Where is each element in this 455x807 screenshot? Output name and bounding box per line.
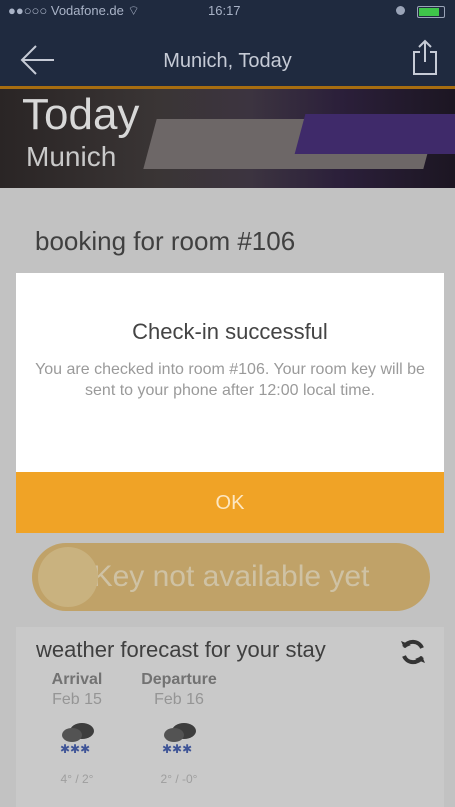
- screen: ●●○○○ Vodafone.de ⌔ 16:17 Munich, Today …: [0, 0, 455, 807]
- nav-title: Munich, Today: [163, 50, 292, 72]
- checkin-dialog: Check-in successful You are checked into…: [16, 273, 444, 533]
- hero-throw-shape: [294, 114, 455, 154]
- carrier-text: ●●○○○ Vodafone.de ⌔: [8, 3, 140, 18]
- top-bar: ●●○○○ Vodafone.de ⌔ 16:17 Munich, Today: [0, 0, 455, 89]
- hero-city: Munich: [26, 141, 117, 172]
- hero-banner: Today Munich: [0, 89, 455, 188]
- hero-title: Today: [22, 90, 140, 139]
- alarm-icon: [396, 6, 405, 15]
- status-bar: ●●○○○ Vodafone.de ⌔ 16:17: [0, 0, 455, 22]
- battery-icon: [417, 6, 445, 18]
- dialog-message: You are checked into room #106. Your roo…: [35, 361, 425, 399]
- ok-button[interactable]: OK: [16, 472, 444, 533]
- status-time: 16:17: [208, 3, 241, 18]
- dialog-title: Check-in successful: [132, 319, 328, 344]
- share-icon[interactable]: [411, 38, 439, 76]
